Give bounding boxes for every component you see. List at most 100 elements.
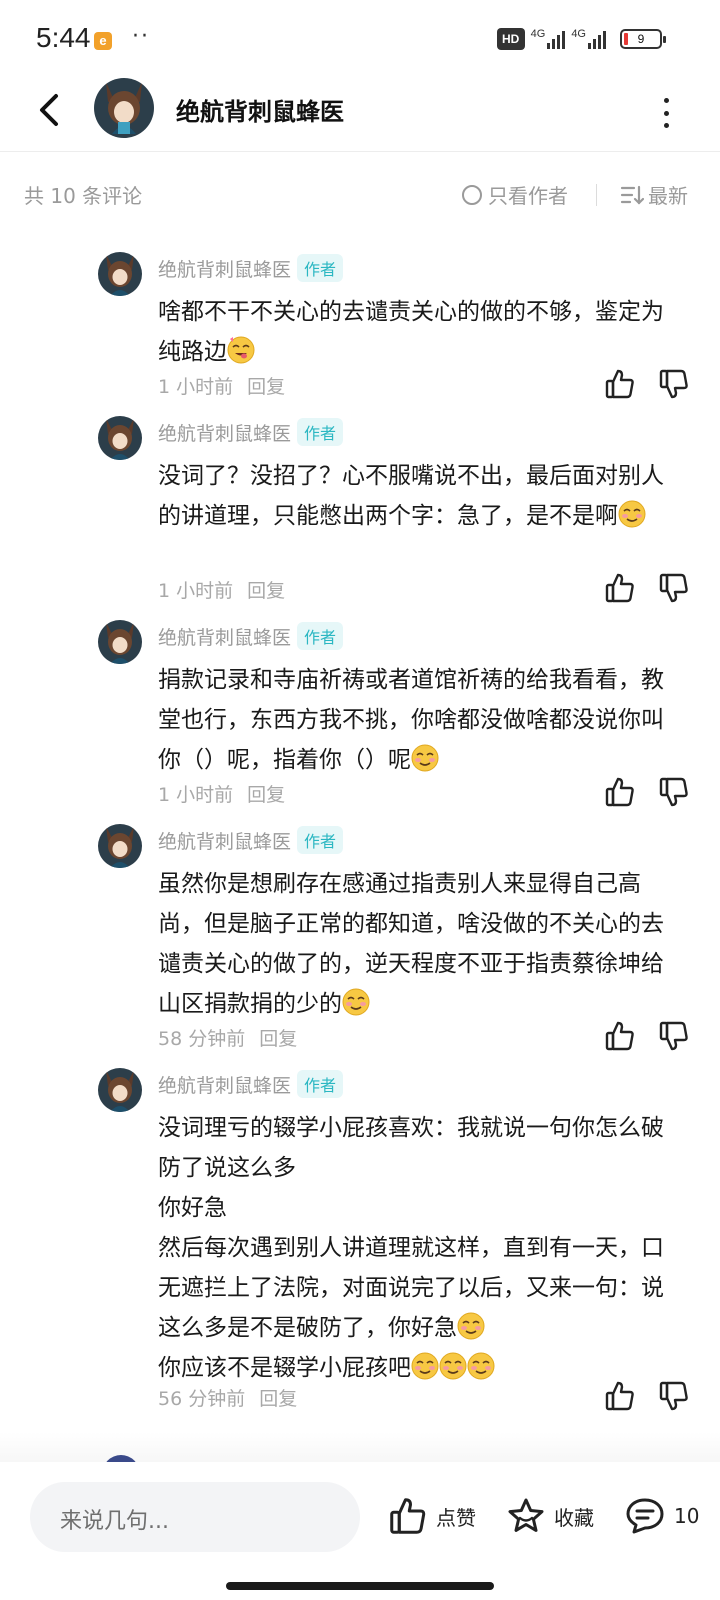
thumb-up-icon[interactable] (604, 1380, 636, 1412)
commenter-avatar[interactable] (98, 252, 142, 296)
network-type-label-2: 4G (571, 28, 586, 40)
author-tag: 作者 (297, 622, 344, 650)
bottom-action-bar: 来说几句... 点赞 收藏 10 (0, 1462, 720, 1600)
status-bar: 5:44 e ·· HD 4G 4G 9 (0, 0, 720, 80)
thumb-down-icon[interactable] (658, 776, 690, 808)
avatar-image (94, 78, 154, 138)
battery-level (624, 33, 628, 45)
more-notifications-icon: ·· (132, 24, 150, 49)
commenter-name-row: 绝航背刺鼠蜂医 作者 (158, 826, 344, 854)
home-indicator[interactable] (226, 1582, 494, 1590)
top-app-bar: 绝航背刺鼠蜂医 (0, 78, 720, 152)
commenter-name[interactable]: 绝航背刺鼠蜂医 (158, 623, 291, 650)
status-indicators: HD 4G 4G 9 (496, 28, 666, 50)
reply-button[interactable]: 回复 (259, 1384, 297, 1411)
comment-line: 没词理亏的辍学小屁孩喜欢：我就说一句你怎么破防了说这么多 (158, 1115, 664, 1181)
more-vertical-icon (663, 98, 669, 103)
app-notification-icon: e (94, 32, 112, 50)
thumb-down-icon[interactable] (658, 368, 690, 400)
comment-body: 虽然你是想刷存在感通过指责别人来显得自己高尚，但是脑子正常的都知道，啥没做的不关… (158, 871, 664, 1017)
reply-button[interactable]: 回复 (247, 780, 285, 807)
commenter-name[interactable]: 绝航背刺鼠蜂医 (158, 419, 291, 446)
comments-button[interactable]: 10 (624, 1496, 699, 1536)
thumb-up-icon[interactable] (604, 776, 636, 808)
smile-emoji-icon (411, 744, 439, 772)
like-button[interactable]: 点赞 (388, 1496, 476, 1536)
reply-button[interactable]: 回复 (247, 576, 285, 603)
thumb-up-icon[interactable] (604, 1020, 636, 1052)
commenter-name-row: 绝航背刺鼠蜂医 作者 (158, 1070, 344, 1098)
commenter-name-row: 绝航背刺鼠蜂医 作者 (158, 622, 344, 650)
signal-icon (547, 29, 566, 49)
comment-meta: 58 分钟前 回复 (158, 1024, 297, 1051)
commenter-avatar[interactable] (98, 416, 142, 460)
thumb-up-icon[interactable] (604, 572, 636, 604)
commenter-name[interactable]: 绝航背刺鼠蜂医 (158, 255, 291, 282)
comment-text: 没词了？没招了？心不服嘴说不出，最后面对别人的讲道理，只能憋出两个字：急了，是不… (158, 456, 678, 536)
star-icon (508, 1498, 544, 1532)
commenter-name[interactable]: 绝航背刺鼠蜂医 (158, 827, 291, 854)
commenter-name-row: 绝航背刺鼠蜂医 作者 (158, 254, 344, 282)
smile-emoji-icon (439, 1352, 467, 1380)
comment-filter-bar: 共 10 条评论 只看作者 最新 (0, 176, 720, 216)
comment-time: 1 小时前 (158, 580, 234, 602)
comment-meta: 1 小时前 回复 (158, 576, 285, 603)
thumb-down-icon[interactable] (658, 572, 690, 604)
comment-line: 你应该不是辍学小屁孩吧 (158, 1348, 678, 1388)
commenter-avatar[interactable] (98, 620, 142, 664)
sort-lines-icon (620, 185, 644, 205)
comment-time: 1 小时前 (158, 376, 234, 398)
comment-line: 然后每次遇到别人讲道理就这样，直到有一天，口无遮拦上了法院，对面说完了以后，又来… (158, 1228, 678, 1348)
comment-text: 虽然你是想刷存在感通过指责别人来显得自己高尚，但是脑子正常的都知道，啥没做的不关… (158, 864, 678, 1024)
network-type-label: 4G (530, 28, 546, 40)
back-button[interactable] (34, 90, 64, 130)
comment-line-text: 然后每次遇到别人讲道理就这样，直到有一天，口无遮拦上了法院，对面说完了以后，又来… (158, 1235, 664, 1341)
like-label: 点赞 (436, 1505, 476, 1530)
thumb-down-icon[interactable] (658, 1380, 690, 1412)
comment-text: 捐款记录和寺庙祈祷或者道馆祈祷的给我看看，教堂也行，东西方我不挑，你啥都没做啥都… (158, 660, 678, 780)
comment-input-placeholder: 来说几句... (60, 1509, 169, 1534)
comment-meta: 56 分钟前 回复 (158, 1384, 297, 1411)
smile-emoji-icon (618, 500, 646, 528)
author-tag: 作者 (297, 254, 344, 282)
comment-time: 1 小时前 (158, 784, 234, 806)
list-fade (0, 1432, 720, 1462)
commenter-name[interactable]: 绝航背刺鼠蜂医 (158, 1071, 291, 1098)
back-arrow-icon (40, 94, 58, 126)
thumb-down-icon[interactable] (658, 1020, 690, 1052)
thumb-up-icon (390, 1498, 426, 1534)
author-avatar[interactable] (94, 78, 154, 138)
smile-emoji-icon (411, 1352, 439, 1380)
comment-line-text: 你应该不是辍学小屁孩吧 (158, 1355, 411, 1381)
commenter-name-row: 绝航背刺鼠蜂医 作者 (158, 418, 344, 446)
radio-circle-icon (462, 184, 482, 205)
sort-label: 最新 (648, 184, 688, 208)
commenter-avatar[interactable] (98, 824, 142, 868)
comment-count: 共 10 条评论 (24, 184, 143, 208)
comment-input[interactable]: 来说几句... (30, 1482, 360, 1552)
favorite-label: 收藏 (554, 1505, 594, 1530)
reply-button[interactable]: 回复 (259, 1024, 297, 1051)
hd-voice-icon: HD (496, 28, 525, 50)
signal-icon-2 (588, 29, 606, 49)
status-time: 5:44 (36, 22, 91, 53)
comment-time: 56 分钟前 (158, 1388, 246, 1410)
commenter-avatar[interactable] (98, 1068, 142, 1112)
battery-icon: 9 (620, 29, 666, 49)
only-author-toggle[interactable]: 只看作者 (462, 180, 568, 209)
comments-count: 10 (674, 1504, 700, 1528)
smile-emoji-icon (342, 988, 370, 1016)
more-options-button[interactable] (660, 98, 672, 128)
yum-emoji-icon (227, 336, 255, 364)
favorite-button[interactable]: 收藏 (506, 1496, 594, 1536)
author-tag: 作者 (297, 418, 344, 446)
sort-latest-button[interactable]: 最新 (620, 180, 688, 209)
only-author-label: 只看作者 (488, 184, 568, 208)
comment-meta: 1 小时前 回复 (158, 372, 285, 399)
divider (596, 184, 597, 206)
page-title: 绝航背刺鼠蜂医 (176, 98, 344, 126)
thumb-up-icon[interactable] (604, 368, 636, 400)
smile-emoji-icon (467, 1352, 495, 1380)
reply-button[interactable]: 回复 (247, 372, 285, 399)
battery-percent: 9 (637, 32, 645, 46)
